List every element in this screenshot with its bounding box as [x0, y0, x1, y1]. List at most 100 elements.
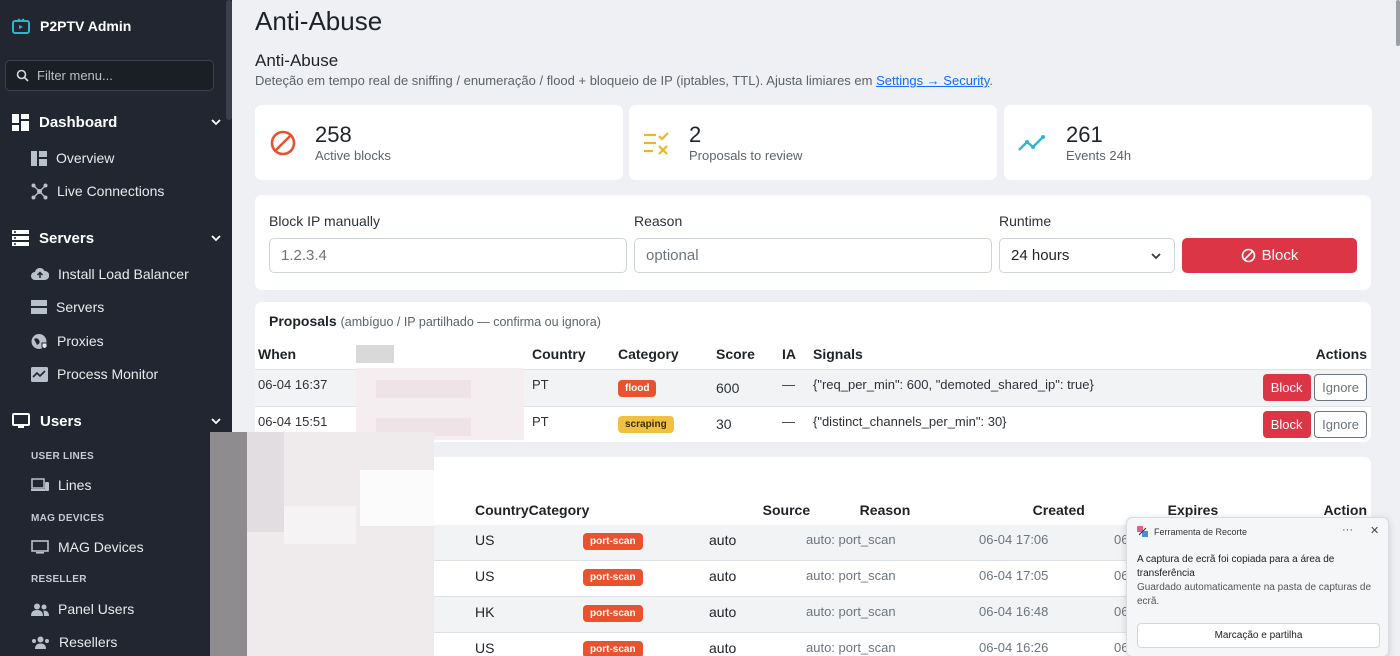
category-badge: port-scan [583, 641, 643, 656]
item-label: Overview [56, 150, 115, 166]
col-ia: IA [782, 346, 796, 363]
category-badge: port-scan [583, 569, 643, 586]
category-badge: port-scan [583, 533, 643, 550]
proposal-ignore-button[interactable]: Ignore [1314, 410, 1367, 438]
users-icon [31, 603, 49, 616]
section-dashboard[interactable]: Dashboard [0, 108, 222, 136]
page-title: Anti-Abuse [255, 6, 383, 36]
section-title: Anti-Abuse [255, 51, 339, 70]
ip-label: Block IP manually [269, 213, 381, 229]
runtime-select[interactable]: 24 hours [999, 238, 1175, 273]
description-end: . [989, 73, 993, 88]
proposals-title: Proposals [269, 313, 337, 329]
item-label: MAG Devices [58, 539, 144, 555]
sidebar-item-mag-devices[interactable]: MAG Devices [0, 534, 222, 560]
section-servers[interactable]: Servers [0, 224, 222, 252]
cell-source: auto [709, 568, 737, 584]
sidebar-item-live-connections[interactable]: Live Connections [0, 178, 222, 204]
tv-icon [31, 540, 49, 554]
proposal-block-button[interactable]: Block [1262, 374, 1311, 401]
group-mag-devices: MAG DEVICES [31, 513, 105, 524]
item-label: Panel Users [58, 601, 135, 617]
redacted-block [356, 345, 394, 363]
stat-label: Proposals to review [689, 148, 803, 163]
col-category: Category [528, 501, 590, 518]
network-icon [31, 183, 48, 199]
redacted-block [210, 432, 247, 656]
stat-proposals: 2 Proposals to review [629, 105, 997, 180]
filter-menu[interactable] [5, 60, 214, 91]
activity-line-icon [1018, 134, 1045, 151]
block-button-label: Block [1261, 247, 1299, 264]
description-text: Deteção em tempo real de sniffing / enum… [255, 73, 877, 88]
sidebar-item-lines[interactable]: Lines [0, 472, 222, 498]
proposal-block-button[interactable]: Block [1262, 410, 1311, 438]
sidebar-item-proxies[interactable]: Proxies [0, 328, 222, 354]
devices-icon [31, 478, 49, 491]
toast-detail: Guardado automaticamente na pasta de cap… [1137, 582, 1372, 607]
cell-source: auto [709, 640, 737, 656]
tv-icon [12, 18, 30, 34]
toast-close-button[interactable]: ✕ [1370, 524, 1379, 537]
redacted-block [247, 432, 284, 532]
sidebar-item-overview[interactable]: Overview [0, 145, 222, 171]
overview-icon [31, 150, 47, 166]
chevron-down-icon [211, 119, 221, 126]
reason-label: Reason [634, 213, 683, 229]
block-button[interactable]: Block [1182, 238, 1357, 273]
toast-action-button[interactable]: Marcação e partilha [1137, 623, 1380, 648]
redacted-block [284, 506, 356, 544]
item-label: Live Connections [57, 183, 165, 199]
settings-security-link[interactable]: Settings → Security [876, 73, 989, 88]
section-label: Servers [39, 229, 95, 247]
sidebar-item-panel-users[interactable]: Panel Users [0, 596, 222, 622]
col-category: Category [618, 346, 679, 363]
cell-created: 06-04 16:26 [979, 640, 1049, 655]
stat-value: 2 [689, 122, 702, 147]
col-category-spacer [637, 495, 763, 525]
ip-input[interactable] [269, 238, 627, 273]
cell-country: US [475, 640, 495, 656]
cell-reason: auto: port_scan [806, 640, 896, 655]
cell-source: auto [709, 604, 737, 620]
ban-icon [270, 130, 296, 155]
section-label: Dashboard [39, 113, 118, 131]
redacted-block [360, 470, 434, 526]
toast-app-name: Ferramenta de Recorte [1154, 526, 1248, 537]
col-reason: Reason [859, 501, 911, 518]
globe-shield-icon [31, 333, 48, 349]
sidebar-item-install-load-balancer[interactable]: Install Load Balancer [0, 261, 222, 287]
stat-value: 258 [315, 122, 352, 147]
main-scrollbar[interactable] [1396, 0, 1400, 46]
proposals-header: Proposals (ambíguo / IP partilhado — con… [269, 313, 601, 329]
page-description: Deteção em tempo real de sniffing / enum… [255, 73, 993, 88]
stat-events: 261 Events 24h [1004, 105, 1372, 180]
col-score: Score [716, 346, 755, 363]
cell-source: auto [709, 532, 737, 548]
toast-title: A captura de ecrã foi copiada para a áre… [1137, 554, 1335, 579]
cell-reason: auto: port_scan [806, 532, 896, 547]
brand[interactable]: P2PTV Admin [0, 0, 232, 52]
cell-country: HK [475, 604, 495, 620]
section-users[interactable]: Users [0, 407, 222, 435]
sidebar-item-process-monitor[interactable]: Process Monitor [0, 361, 222, 387]
snipping-tool-icon [1137, 526, 1148, 537]
item-label: Proxies [57, 333, 104, 349]
stat-label: Events 24h [1066, 148, 1132, 163]
snip-notification[interactable]: Ferramenta de Recorte ··· ✕ A captura de… [1126, 517, 1389, 656]
sidebar-item-resellers[interactable]: Resellers [0, 629, 222, 655]
stat-active-blocks: 258 Active blocks [255, 105, 623, 180]
reason-input[interactable] [634, 238, 992, 273]
cell-signals: {"req_per_min": 600, "demoted_shared_ip"… [813, 376, 1094, 392]
toast-more-button[interactable]: ··· [1342, 524, 1353, 536]
proposal-ignore-button[interactable]: Ignore [1314, 374, 1367, 401]
item-label: Install Load Balancer [58, 266, 189, 282]
sidebar: P2PTV Admin Dashboard Overview Live Conn… [0, 0, 232, 656]
item-label: Resellers [59, 634, 118, 650]
item-label: Lines [58, 477, 92, 493]
cell-reason: auto: port_scan [806, 604, 896, 619]
ban-icon [1241, 248, 1255, 263]
group-reseller: RESELLER [31, 574, 87, 585]
sidebar-item-servers[interactable]: Servers [0, 294, 222, 320]
filter-input[interactable] [37, 68, 197, 83]
